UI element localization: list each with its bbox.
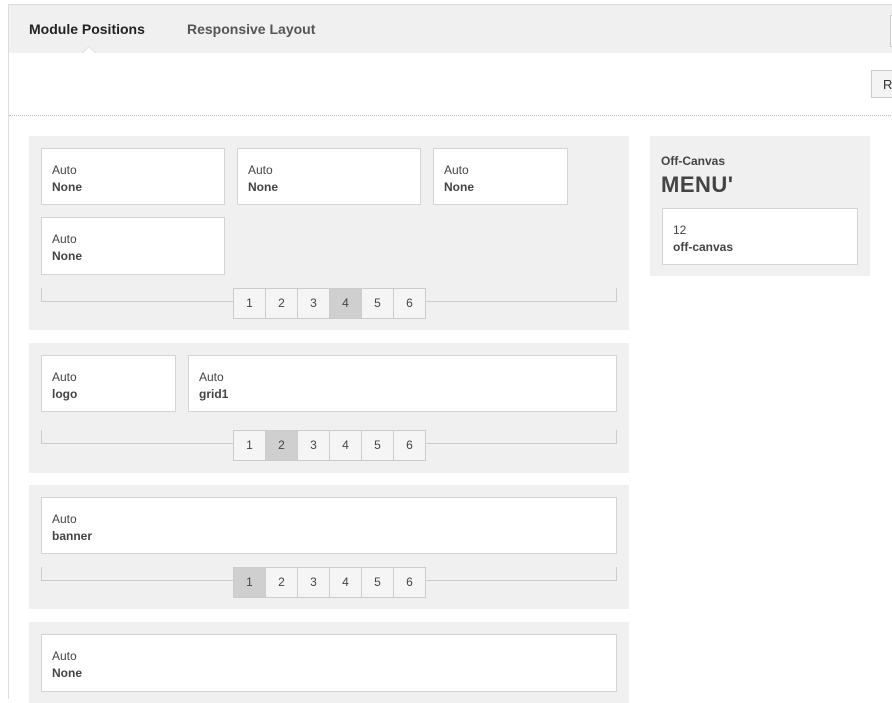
column-count-3-button[interactable]: 3 — [297, 288, 330, 319]
column-count-2-button[interactable]: 2 — [265, 430, 298, 461]
offcanvas-panel: Off-Canvas MENU' 12 off-canvas — [650, 136, 870, 276]
tab-module-positions[interactable]: Module Positions — [29, 21, 145, 37]
module-width: Auto — [52, 232, 77, 246]
column-count-4-button[interactable]: 4 — [329, 567, 362, 598]
column-count-4-button[interactable]: 4 — [329, 430, 362, 461]
r-button[interactable]: R — [871, 70, 892, 98]
column-pager: 123456 — [233, 430, 426, 461]
column-count-5-button[interactable]: 5 — [361, 430, 394, 461]
module-name: logo — [52, 387, 78, 401]
slider-cap-left — [41, 567, 42, 581]
module-position[interactable]: Auto logo — [41, 355, 176, 412]
module-width: Auto — [52, 370, 77, 384]
slider-cap-right — [616, 288, 617, 302]
module-width: Auto — [248, 163, 273, 177]
module-position[interactable]: Auto banner — [41, 497, 617, 554]
offcanvas-title: MENU' — [661, 172, 734, 197]
module-width: Auto — [52, 649, 77, 663]
column-count-5-button[interactable]: 5 — [361, 567, 394, 598]
column-count-1-button[interactable]: 1 — [233, 567, 266, 598]
column-count-6-button[interactable]: 6 — [393, 288, 426, 319]
module-position[interactable]: Auto None — [41, 634, 617, 692]
module-position[interactable]: Auto None — [41, 217, 225, 275]
column-count-5-button[interactable]: 5 — [361, 288, 394, 319]
column-count-3-button[interactable]: 3 — [297, 567, 330, 598]
module-position[interactable]: Auto None — [433, 148, 568, 205]
module-name: None — [52, 249, 82, 263]
module-name: banner — [52, 529, 93, 543]
column-count-4-button[interactable]: 4 — [329, 288, 362, 319]
module-name: off-canvas — [673, 240, 734, 254]
slider-cap-right — [616, 430, 617, 444]
module-position[interactable]: Auto None — [41, 148, 225, 205]
column-count-2-button[interactable]: 2 — [265, 567, 298, 598]
slider-cap-left — [41, 430, 42, 444]
module-width: Auto — [52, 163, 77, 177]
module-width: 12 — [673, 223, 687, 237]
toolbar: R — [9, 53, 892, 116]
column-pager: 123456 — [233, 567, 426, 598]
layout-row-3: Auto banner 123456 — [29, 485, 629, 609]
column-count-6-button[interactable]: 6 — [393, 430, 426, 461]
column-count-2-button[interactable]: 2 — [265, 288, 298, 319]
layout-editor: Module Positions Responsive Layout R Aut… — [8, 4, 892, 703]
layout-row-2: Auto logo Auto grid1 123456 — [29, 343, 629, 473]
module-name: None — [444, 180, 474, 194]
column-count-1-button[interactable]: 1 — [233, 288, 266, 319]
module-width: Auto — [444, 163, 469, 177]
module-width: Auto — [199, 370, 224, 384]
slider-cap-left — [41, 288, 42, 302]
offcanvas-label: Off-Canvas — [661, 154, 726, 168]
column-count-slider[interactable]: 123456 — [41, 288, 617, 319]
column-count-1-button[interactable]: 1 — [233, 430, 266, 461]
module-name: None — [52, 180, 82, 194]
offcanvas-module[interactable]: 12 off-canvas — [662, 208, 858, 265]
module-position[interactable]: Auto None — [237, 148, 421, 205]
slider-cap-right — [616, 567, 617, 581]
tab-responsive-layout[interactable]: Responsive Layout — [187, 21, 315, 37]
module-name: grid1 — [199, 387, 229, 401]
module-name: None — [248, 180, 278, 194]
column-count-slider[interactable]: 123456 — [41, 567, 617, 598]
module-position[interactable]: Auto grid1 — [188, 355, 617, 412]
tab-bar: Module Positions Responsive Layout — [9, 4, 892, 54]
column-pager: 123456 — [233, 288, 426, 319]
layout-row-1: Auto None Auto None Auto None Auto None … — [29, 136, 629, 330]
module-width: Auto — [52, 512, 77, 526]
layout-row-4: Auto None — [29, 622, 629, 703]
column-count-slider[interactable]: 123456 — [41, 430, 617, 461]
module-name: None — [52, 666, 82, 680]
column-count-3-button[interactable]: 3 — [297, 430, 330, 461]
column-count-6-button[interactable]: 6 — [393, 567, 426, 598]
